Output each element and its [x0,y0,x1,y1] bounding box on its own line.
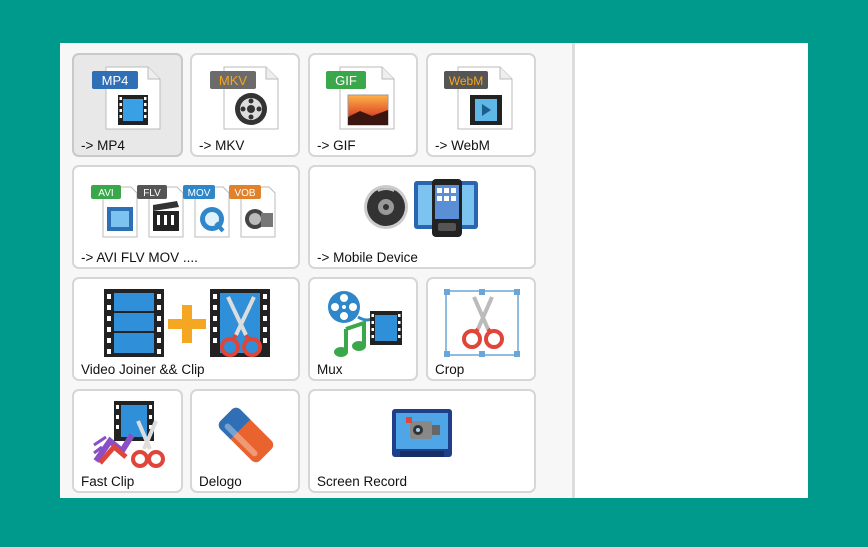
svg-text:AVI: AVI [98,188,113,199]
tile-mobile-device[interactable]: -> Mobile Device [308,165,536,269]
tile-mux-label: Mux [317,362,343,377]
svg-text:MKV: MKV [219,73,248,88]
task-list-panel [575,43,808,498]
eraser-icon [218,405,274,465]
tile-video-joiner-clip-label: Video Joiner && Clip [81,362,205,377]
mux-icon [324,287,404,359]
tile-fast-clip-label: Fast Clip [81,474,135,489]
tile-mp4-label: -> MP4 [81,138,125,153]
mobile-device-icon [360,177,482,239]
svg-text:MOV: MOV [188,188,211,199]
webm-file-icon: WebM [444,63,516,131]
tile-mkv-label: -> MKV [199,138,245,153]
app-window: MP4 -> MP4 MKV -> MKV GIF -> GIF WebM ->… [60,43,808,498]
tile-crop[interactable]: Crop [426,277,536,381]
tile-avi-flv-mov-label: -> AVI FLV MOV .... [81,250,198,265]
tile-mkv[interactable]: MKV -> MKV [190,53,300,157]
svg-text:WebM: WebM [449,74,483,88]
fast-clip-icon [92,401,168,471]
mkv-file-icon: MKV [210,63,282,131]
tile-screen-record-label: Screen Record [317,474,408,489]
tile-crop-label: Crop [435,362,465,377]
tile-webm-label: -> WebM [435,138,490,153]
multi-format-files-icon: AVI FLV MOV VOB [91,181,283,239]
svg-text:VOB: VOB [234,188,255,199]
gif-file-icon: GIF [326,63,398,131]
tile-delogo-label: Delogo [199,474,242,489]
tile-mobile-device-label: -> Mobile Device [317,250,418,265]
tile-gif[interactable]: GIF -> GIF [308,53,418,157]
svg-text:GIF: GIF [335,73,357,88]
joiner-clip-icon [104,289,270,361]
tile-screen-record[interactable]: Screen Record [308,389,536,493]
tile-mp4[interactable]: MP4 -> MP4 [72,53,183,157]
tile-webm[interactable]: WebM -> WebM [426,53,536,157]
tile-fast-clip[interactable]: Fast Clip [72,389,183,493]
svg-text:FLV: FLV [143,188,161,199]
tile-avi-flv-mov[interactable]: AVI FLV MOV VOB -> AVI FLV MOV .... [72,165,300,269]
crop-icon [444,289,520,357]
tile-video-joiner-clip[interactable]: Video Joiner && Clip [72,277,300,381]
tile-mux[interactable]: Mux [308,277,418,381]
tool-panel: MP4 -> MP4 MKV -> MKV GIF -> GIF WebM ->… [60,43,572,498]
screen-record-icon [392,409,452,461]
tile-delogo[interactable]: Delogo [190,389,300,493]
tile-gif-label: -> GIF [317,138,356,153]
svg-text:MP4: MP4 [102,73,129,88]
mp4-file-icon: MP4 [92,63,164,131]
